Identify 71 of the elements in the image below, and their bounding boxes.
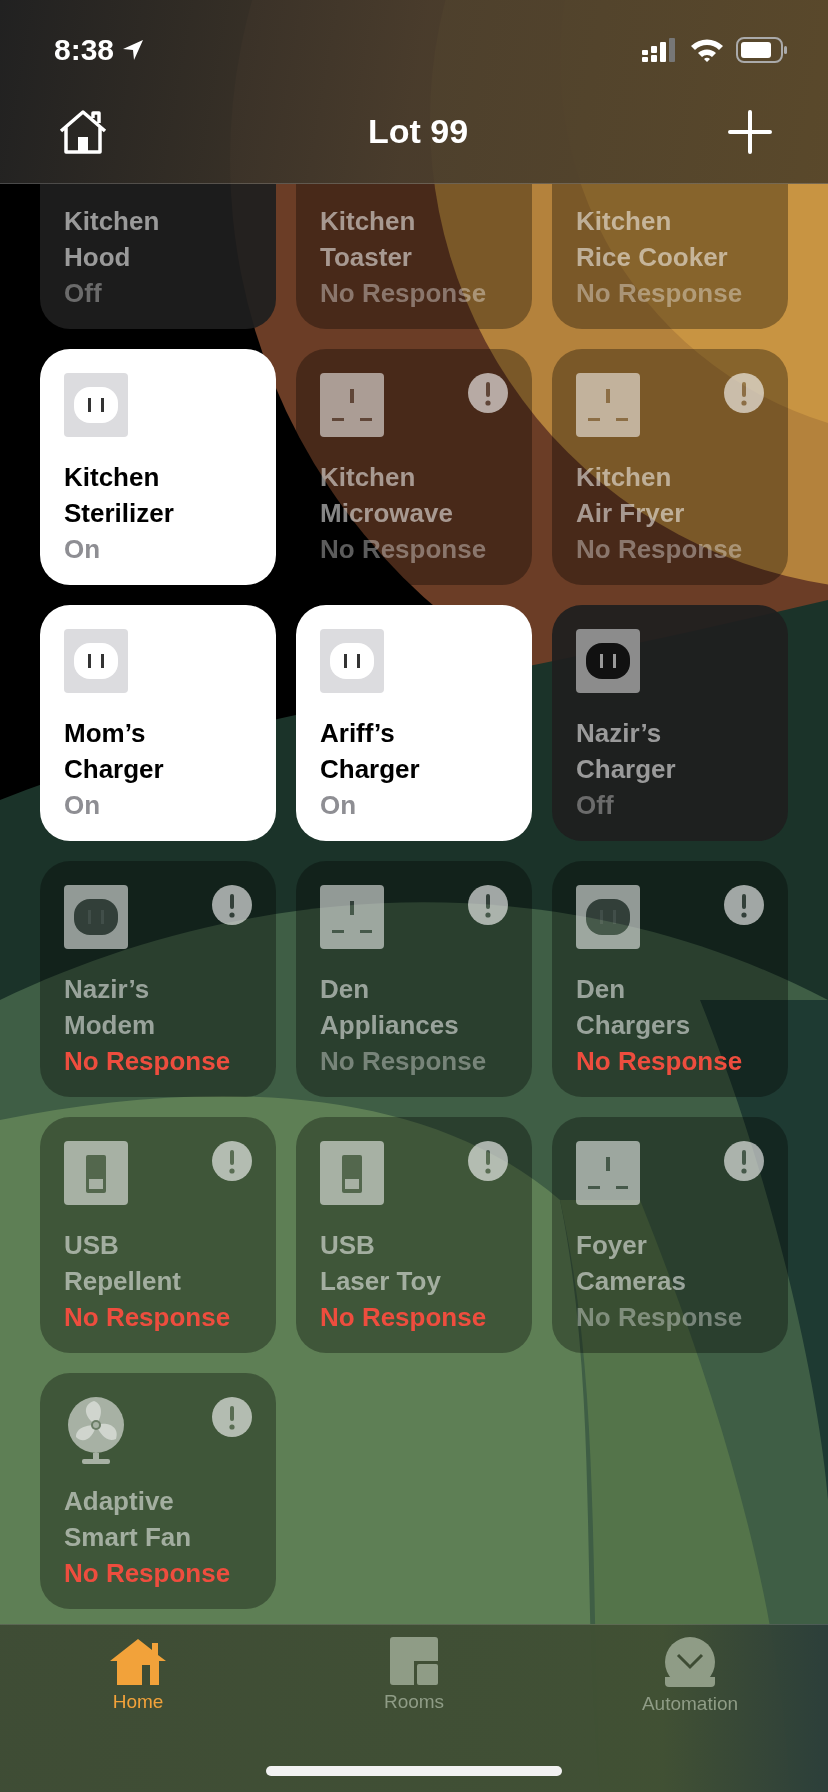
accessory-name: Kitchen Toaster	[320, 205, 417, 274]
outlet-icon	[576, 1141, 640, 1205]
switch-icon	[64, 1141, 128, 1205]
accessory-tile[interactable]: Den Chargers No Response	[552, 861, 788, 1097]
outlet-icon	[320, 885, 384, 949]
outlet-icon	[64, 885, 128, 949]
signal-icon	[642, 38, 678, 62]
accessory-status: No Response	[320, 1045, 488, 1078]
switch-icon	[320, 1141, 384, 1205]
accessory-status: No Response	[64, 1045, 232, 1078]
accessory-status: On	[320, 789, 358, 822]
accessory-tile[interactable]: Mom’s Charger On	[40, 605, 276, 841]
accessory-name: Adaptive Smart Fan	[64, 1485, 193, 1554]
tab[interactable]: Automation	[552, 1637, 828, 1715]
accessory-name: Nazir’s Modem	[64, 973, 156, 1042]
battery-icon	[736, 37, 788, 63]
outlet-icon	[576, 885, 640, 949]
accessory-tile[interactable]: Kitchen Sterilizer On	[40, 349, 276, 585]
accessory-status: No Response	[320, 277, 488, 310]
accessory-status: No Response	[64, 1301, 232, 1334]
accessory-tile[interactable]: Adaptive Smart Fan No Response	[40, 1373, 276, 1609]
accessory-status: No Response	[576, 533, 744, 566]
accessory-name: Den Chargers	[576, 973, 692, 1042]
outlet-icon	[320, 373, 384, 437]
accessory-status: On	[64, 789, 102, 822]
accessory-status: No Response	[576, 1045, 744, 1078]
outlet-icon	[64, 373, 128, 437]
rooms-icon	[390, 1637, 438, 1685]
accessory-name: USB Laser Toy	[320, 1229, 442, 1298]
accessory-tile[interactable]: Foyer Cameras No Response	[552, 1117, 788, 1353]
accessory-name: Nazir’s Charger	[576, 717, 677, 786]
accessory-tile[interactable]: USB Repellent No Response	[40, 1117, 276, 1353]
accessory-status: No Response	[320, 1301, 488, 1334]
outlet-icon	[64, 629, 128, 693]
accessory-tile[interactable]: Kitchen Rice Cooker No Response	[552, 184, 788, 329]
automation-icon	[665, 1637, 715, 1687]
tab[interactable]: Home	[0, 1637, 276, 1715]
accessory-tile[interactable]: Kitchen Hood Off	[40, 184, 276, 329]
accessory-name: Kitchen Rice Cooker	[576, 205, 729, 274]
accessory-name: Ariff’s Charger	[320, 717, 421, 786]
outlet-icon	[576, 373, 640, 437]
accessory-tile[interactable]: Kitchen Air Fryer No Response	[552, 349, 788, 585]
outlet-icon	[320, 629, 384, 693]
add-button[interactable]	[728, 109, 772, 154]
home-button[interactable]	[58, 108, 108, 155]
accessory-tile[interactable]: Kitchen Toaster No Response	[296, 184, 532, 329]
wifi-icon	[690, 38, 724, 62]
location-icon	[122, 39, 145, 61]
accessory-name: Foyer Cameras	[576, 1229, 687, 1298]
accessory-status: No Response	[576, 1301, 744, 1334]
accessory-name: Kitchen Sterilizer	[64, 461, 175, 530]
accessory-name: USB Repellent	[64, 1229, 183, 1298]
accessory-name: Kitchen Hood	[64, 205, 161, 274]
accessory-status: No Response	[64, 1557, 232, 1590]
outlet-icon	[576, 629, 640, 693]
accessory-tile[interactable]: Nazir’s Charger Off	[552, 605, 788, 841]
accessory-name: Kitchen Air Fryer	[576, 461, 686, 530]
home-icon	[108, 1637, 168, 1685]
accessory-tile[interactable]: Ariff’s Charger On	[296, 605, 532, 841]
accessory-name: Mom’s Charger	[64, 717, 165, 786]
status-time: 8:38	[54, 33, 115, 67]
accessory-status: Off	[576, 789, 615, 822]
tab[interactable]: Rooms	[276, 1637, 552, 1715]
accessory-status: No Response	[576, 277, 744, 310]
accessory-name: Den Appliances	[320, 973, 460, 1042]
accessory-status: Off	[64, 277, 103, 310]
accessory-tile[interactable]: Den Appliances No Response	[296, 861, 532, 1097]
accessory-status: On	[64, 533, 102, 566]
accessory-tile[interactable]: Nazir’s Modem No Response	[40, 861, 276, 1097]
accessory-tile[interactable]: USB Laser Toy No Response	[296, 1117, 532, 1353]
home-title: Lot 99	[367, 112, 469, 151]
